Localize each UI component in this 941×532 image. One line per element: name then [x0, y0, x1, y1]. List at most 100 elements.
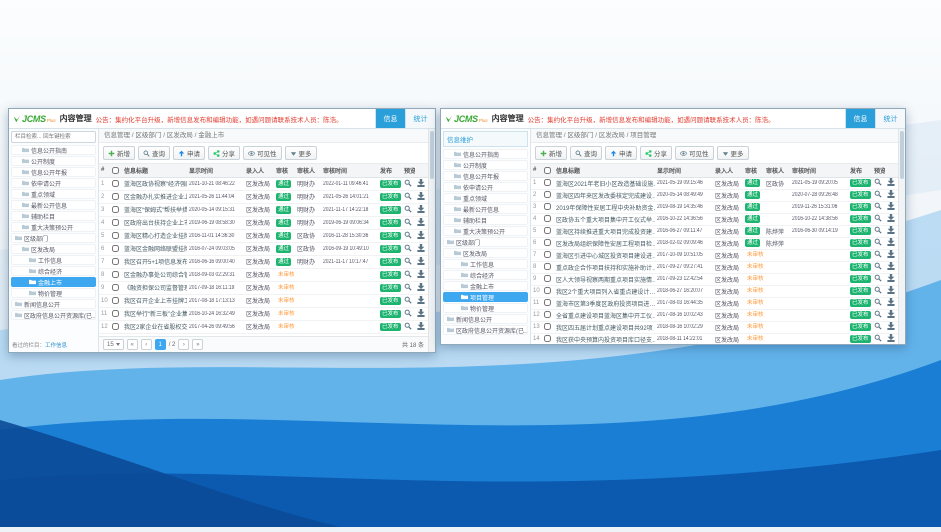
tree-item[interactable]: 公开制度	[11, 156, 96, 166]
table-row[interactable]: 7蓝海区引进中心城区投资项目建设进…2017-10-09 10:51:05区发改…	[531, 249, 898, 261]
preview-icon[interactable]	[874, 262, 882, 270]
tree-item[interactable]: 重点领域	[11, 189, 96, 199]
download-icon[interactable]	[417, 192, 425, 200]
table-row[interactable]: 1蓝海区政协视察“经济强区”产业园区…2021-10-21 08:46:22区发…	[99, 177, 428, 190]
share-button[interactable]: 分享	[640, 146, 672, 160]
tree-item[interactable]: 物价管理	[11, 288, 96, 298]
row-checkbox[interactable]	[544, 227, 551, 234]
download-icon[interactable]	[417, 179, 425, 187]
row-checkbox[interactable]	[544, 215, 551, 222]
info-title-link[interactable]: 2019年保障性安居工程中央补助资金…	[556, 206, 655, 212]
download-icon[interactable]	[887, 238, 895, 246]
row-checkbox[interactable]	[544, 335, 551, 342]
row-checkbox[interactable]	[544, 179, 551, 186]
row-checkbox[interactable]	[544, 287, 551, 294]
preview-icon[interactable]	[404, 179, 412, 187]
row-checkbox[interactable]	[544, 251, 551, 258]
first-page-button[interactable]: «	[127, 339, 138, 350]
download-icon[interactable]	[417, 205, 425, 213]
tree-item[interactable]: 依申请公开	[11, 178, 96, 188]
tree-item[interactable]: 区发改局	[11, 244, 96, 254]
download-icon[interactable]	[887, 190, 895, 198]
info-title-link[interactable]: 我区2个重大项目列入省重点建设计…	[556, 290, 655, 296]
table-row[interactable]: 12我区2家企业在省股权交易中心挂牌2017-04-26 09:49:56区发改…	[99, 320, 428, 333]
table-row[interactable]: 10我区2个重大项目列入省重点建设计…2018-06-27 16:20:07区发…	[531, 285, 898, 297]
tree-item[interactable]: 重点领域	[443, 193, 528, 203]
download-icon[interactable]	[417, 309, 425, 317]
info-title-link[interactable]: 区发改局组织保障性安居工程项目检…	[556, 242, 655, 248]
info-title-link[interactable]: 蓝海区精心打造企业挂牌“金企对接”…	[124, 234, 187, 240]
table-row[interactable]: 11我区举行“新三板”企业集中挂牌仪式2016-10-24 16:32:49区发…	[99, 307, 428, 320]
preview-icon[interactable]	[874, 250, 882, 258]
info-title-link[interactable]: 蓝海区引进中心城区投资项目建设进…	[556, 254, 655, 260]
apply-button[interactable]: 申请	[173, 146, 205, 160]
tree-item[interactable]: 工作信息	[443, 259, 528, 269]
table-row[interactable]: 32019年保障性安居工程中央补助资金…2019-08-19 14:35:46区…	[531, 201, 898, 213]
info-title-link[interactable]: 蓝海区金融网络联盟挂牌平台用户大…	[124, 247, 187, 253]
row-checkbox[interactable]	[544, 299, 551, 306]
table-row[interactable]: 9区人大领导视察两期重点项目实施情…2017-09-23 12:42:54区发改…	[531, 273, 898, 285]
tree-item[interactable]: 区政府信息公开资源库(已…	[443, 325, 528, 335]
preview-icon[interactable]	[404, 244, 412, 252]
preview-icon[interactable]	[404, 192, 412, 200]
download-icon[interactable]	[887, 298, 895, 306]
scrollbar-thumb[interactable]	[430, 131, 434, 179]
table-row[interactable]: 14我区获中央预算内投资项目库口径支…2018-08-11 14:22:01区发…	[531, 333, 898, 344]
preview-icon[interactable]	[874, 310, 882, 318]
select-all-checkbox[interactable]	[544, 167, 551, 174]
plus-button[interactable]: 新增	[103, 146, 135, 160]
download-icon[interactable]	[887, 202, 895, 210]
eye-button[interactable]: 可见性	[675, 146, 714, 160]
download-icon[interactable]	[417, 296, 425, 304]
download-icon[interactable]	[417, 244, 425, 252]
info-title-link[interactable]: 区政府出台扶持企业上市挂牌政策文…	[124, 221, 187, 227]
table-row[interactable]: 9《融资担保公司监督管理条例》公布2017-09-18 16:11:19区发改局…	[99, 281, 428, 294]
tree-item[interactable]: 依申请公开	[443, 182, 528, 192]
download-icon[interactable]	[887, 250, 895, 258]
info-title-link[interactable]: 全省重点建设项目蓝海区集中开工仪…	[556, 314, 655, 320]
table-row[interactable]: 13我区四五届计划重点建设项目共92项2018-08-16 10:02:29区发…	[531, 321, 898, 333]
row-checkbox[interactable]	[112, 206, 119, 213]
tree-item[interactable]: 综合经济	[443, 270, 528, 280]
preview-icon[interactable]	[404, 309, 412, 317]
row-checkbox[interactable]	[544, 203, 551, 210]
tree-item[interactable]: 最新公开信息	[443, 204, 528, 214]
hint-link[interactable]: 工作信息	[45, 343, 67, 349]
preview-icon[interactable]	[404, 218, 412, 226]
info-title-link[interactable]: 区政协五个重大项目集中开工仪式举…	[556, 218, 655, 224]
row-checkbox[interactable]	[112, 323, 119, 330]
info-title-link[interactable]: 区人大领导视察两期重点项目实施情…	[556, 278, 655, 284]
next-page-button[interactable]: ›	[178, 339, 189, 350]
plus-button[interactable]: 新增	[535, 146, 567, 160]
preview-icon[interactable]	[404, 296, 412, 304]
row-checkbox[interactable]	[112, 219, 119, 226]
preview-icon[interactable]	[404, 231, 412, 239]
tree-item[interactable]: 区级部门	[11, 233, 96, 243]
info-title-link[interactable]: 蓝海区四年来区发改委核定完成建设…	[556, 194, 655, 200]
info-title-link[interactable]: 区金融办事处公司综合管理等单位公…	[124, 273, 187, 279]
download-icon[interactable]	[417, 257, 425, 265]
preview-icon[interactable]	[874, 322, 882, 330]
tab-info[interactable]: 信息	[845, 109, 875, 128]
more-button[interactable]: 更多	[285, 146, 317, 160]
info-title-link[interactable]: 重点政企合作项目扶持和实施补助计…	[556, 266, 655, 272]
tree-item[interactable]: 项目管理	[443, 292, 528, 302]
last-page-button[interactable]: »	[192, 339, 203, 350]
preview-icon[interactable]	[404, 257, 412, 265]
download-icon[interactable]	[887, 286, 895, 294]
tree-item[interactable]: 信息公开指南	[443, 149, 528, 159]
sidebar-panel-title[interactable]: 信息维护	[443, 131, 528, 147]
table-row[interactable]: 3蓝海区“保姆式”帮扶举措助力企业上…2020-05-14 09:15:31区发…	[99, 203, 428, 216]
info-title-link[interactable]: 蓝海市区第3季度区政府投资项目进…	[556, 302, 655, 308]
row-checkbox[interactable]	[112, 232, 119, 239]
tree-item[interactable]: 新闻信息公开	[443, 314, 528, 324]
download-icon[interactable]	[887, 226, 895, 234]
row-checkbox[interactable]	[544, 311, 551, 318]
row-checkbox[interactable]	[112, 284, 119, 291]
tab-info[interactable]: 信息	[375, 109, 405, 128]
download-icon[interactable]	[887, 310, 895, 318]
apply-button[interactable]: 申请	[605, 146, 637, 160]
download-icon[interactable]	[417, 322, 425, 330]
tab-stats[interactable]: 统计	[875, 109, 905, 128]
window-scrollbar[interactable]	[428, 129, 435, 352]
